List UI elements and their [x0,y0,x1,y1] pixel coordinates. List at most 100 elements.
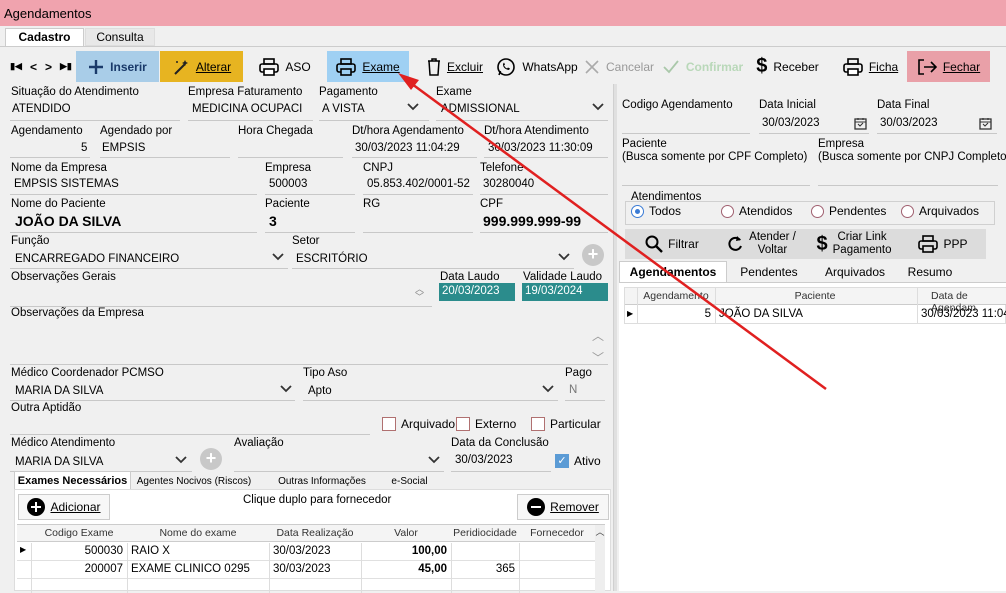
ativo-checkbox[interactable]: ✓ Ativo [555,454,601,468]
chevron-down-icon[interactable] [407,100,419,114]
funcao-label: Função [11,235,50,247]
trash-icon [427,57,440,76]
chevron-down-icon[interactable] [280,382,292,396]
medico-coord-select[interactable]: MARIA DA SILVA [15,385,103,397]
nav-next-button[interactable]: > [45,60,52,74]
paciente-field[interactable]: 3 [269,213,277,229]
subtab-esocial[interactable]: e-Social [378,473,441,487]
subtab-agentes[interactable]: Agentes Nocivos (Riscos) [133,473,255,487]
data-inicial-field[interactable]: 30/03/2023 [762,117,820,129]
calendar-icon[interactable] [979,117,992,133]
check-icon: ✓ [555,454,569,468]
radio-todos[interactable]: Todos [631,204,681,218]
tab-resumo[interactable]: Resumo [895,265,965,279]
chevron-down-icon[interactable] [542,382,554,396]
empresa-faturamento-label: Empresa Faturamento [188,86,303,98]
adicionar-button[interactable]: Adicionar [18,494,110,520]
nav-first-button[interactable]: ▮◀ [10,61,22,72]
printer-icon [918,235,939,253]
filtrar-button[interactable]: Filtrar [627,230,717,258]
cell: 5 [704,308,711,320]
confirmar-button[interactable]: Confirmar [660,51,745,82]
situacao-field[interactable]: ATENDIDO [12,103,71,115]
exame-button[interactable]: Exame [327,51,409,82]
col-header: Paciente [794,290,836,302]
add-medico-button[interactable]: + [200,448,222,470]
nav-last-button[interactable]: ▶▮ [60,61,72,72]
grid-scrollbar[interactable]: ︿ [595,525,605,593]
empresa-faturamento-field[interactable]: MEDICINA OCUPACIO [192,103,302,115]
criar-link-button[interactable]: $ Criar Link Pagamento [809,230,899,258]
subtab-exames[interactable]: Exames Necessários [14,471,131,490]
cell: 100,00 [411,545,447,557]
excluir-button[interactable]: Excluir [415,51,495,82]
fechar-button[interactable]: Fechar [907,51,990,82]
dt-atendimento-field[interactable]: 30/03/2023 11:30:09 [488,142,593,154]
tab-consulta[interactable]: Consulta [85,28,155,46]
exames-grid: Codigo Exame Nome do exame Data Realizaç… [17,524,605,593]
telefone-field[interactable]: 30280040 [483,178,534,190]
table-row[interactable]: ▶ 500030 RAIO X 30/03/2023 100,00 [17,543,595,561]
obs-empresa-field[interactable] [10,322,608,362]
table-row[interactable]: ▶ 5 JOÃO DA SILVA 30/03/2023 11:04 [625,306,1006,324]
obs-gerais-field[interactable] [10,285,432,305]
pago-field[interactable]: N [569,384,577,396]
hora-chegada-label: Hora Chegada [238,125,313,137]
tab-agendamentos[interactable]: Agendamentos [619,261,727,282]
radio-arquivados[interactable]: Arquivados [901,204,979,218]
subtab-outras[interactable]: Outras Informações [267,473,377,487]
chevron-down-icon[interactable] [592,100,604,114]
pagamento-select[interactable]: A VISTA [322,103,365,115]
radio-atendidos[interactable]: Atendidos [721,204,792,218]
nome-paciente-field[interactable]: JOÃO DA SILVA [15,213,121,229]
scroll-arrows-icon[interactable]: ︿ ﹀ [415,285,424,302]
chevron-down-icon[interactable] [558,250,570,264]
externo-checkbox[interactable]: Externo [456,417,516,431]
validade-laudo-field[interactable]: 19/03/2024 [522,283,608,301]
aso-button[interactable]: ASO [245,51,325,82]
tab-cadastro[interactable]: Cadastro [5,28,84,46]
tab-arquivados[interactable]: Arquivados [815,265,895,279]
ppp-button[interactable]: PPP [909,230,977,258]
ficha-button[interactable]: Ficha [833,51,908,82]
empresa-field[interactable]: 500003 [269,178,307,190]
receber-button[interactable]: $ Receber [750,51,825,82]
particular-checkbox[interactable]: Particular [531,417,601,431]
cancelar-button[interactable]: Cancelar [580,51,658,82]
dt-agendamento-field[interactable]: 30/03/2023 11:04:29 [355,142,460,154]
agendamento-field[interactable]: 5 [81,142,87,154]
cpf-field[interactable]: 999.999.999-99 [483,213,581,229]
data-conclusao-field[interactable]: 30/03/2023 [455,454,513,466]
calendar-icon[interactable] [854,117,867,133]
exame-select[interactable]: ADMISSIONAL [441,103,520,115]
alterar-button[interactable]: Alterar [160,51,243,82]
remover-button[interactable]: Remover [517,494,609,520]
chevron-down-icon[interactable] [272,250,284,264]
nome-empresa-field[interactable]: EMPSIS SISTEMAS [14,178,119,190]
data-inicial-label: Data Inicial [759,99,816,111]
radio-dot [811,204,824,218]
table-row[interactable]: 200007 EXAME CLINICO 0295 30/03/2023 45,… [17,561,595,579]
agendado-por-field[interactable]: EMPSIS [102,142,145,154]
filter-panel: Codigo Agendamento Data Inicial 30/03/20… [617,84,1006,591]
tipo-aso-select[interactable]: Apto [308,385,332,397]
funcao-select[interactable]: ENCARREGADO FINANCEIRO [15,253,179,265]
data-laudo-field[interactable]: 20/03/2023 [439,283,515,301]
exit-icon [918,58,937,75]
add-setor-button[interactable]: + [582,244,604,266]
cnpj-field[interactable]: 05.853.402/0001-52 [367,178,470,190]
whatsapp-button[interactable]: WhatsApp [497,51,578,82]
inserir-button[interactable]: Inserir [76,51,159,82]
chevron-down-icon[interactable] [175,453,187,467]
tab-pendentes[interactable]: Pendentes [729,265,809,279]
atender-voltar-button[interactable]: Atender / Voltar [721,230,801,258]
data-final-field[interactable]: 30/03/2023 [880,117,938,129]
setor-select[interactable]: ESCRITÓRIO [296,253,368,265]
medico-atend-select[interactable]: MARIA DA SILVA [15,456,103,468]
nav-prev-button[interactable]: < [30,60,37,74]
chevron-down-icon[interactable] [428,453,440,467]
cell: 30/03/2023 [273,563,331,575]
radio-pendentes[interactable]: Pendentes [811,204,886,218]
arquivado-checkbox[interactable]: Arquivado [382,417,455,431]
scroll-arrows-icon[interactable]: ︿ ﹀ [592,325,604,369]
